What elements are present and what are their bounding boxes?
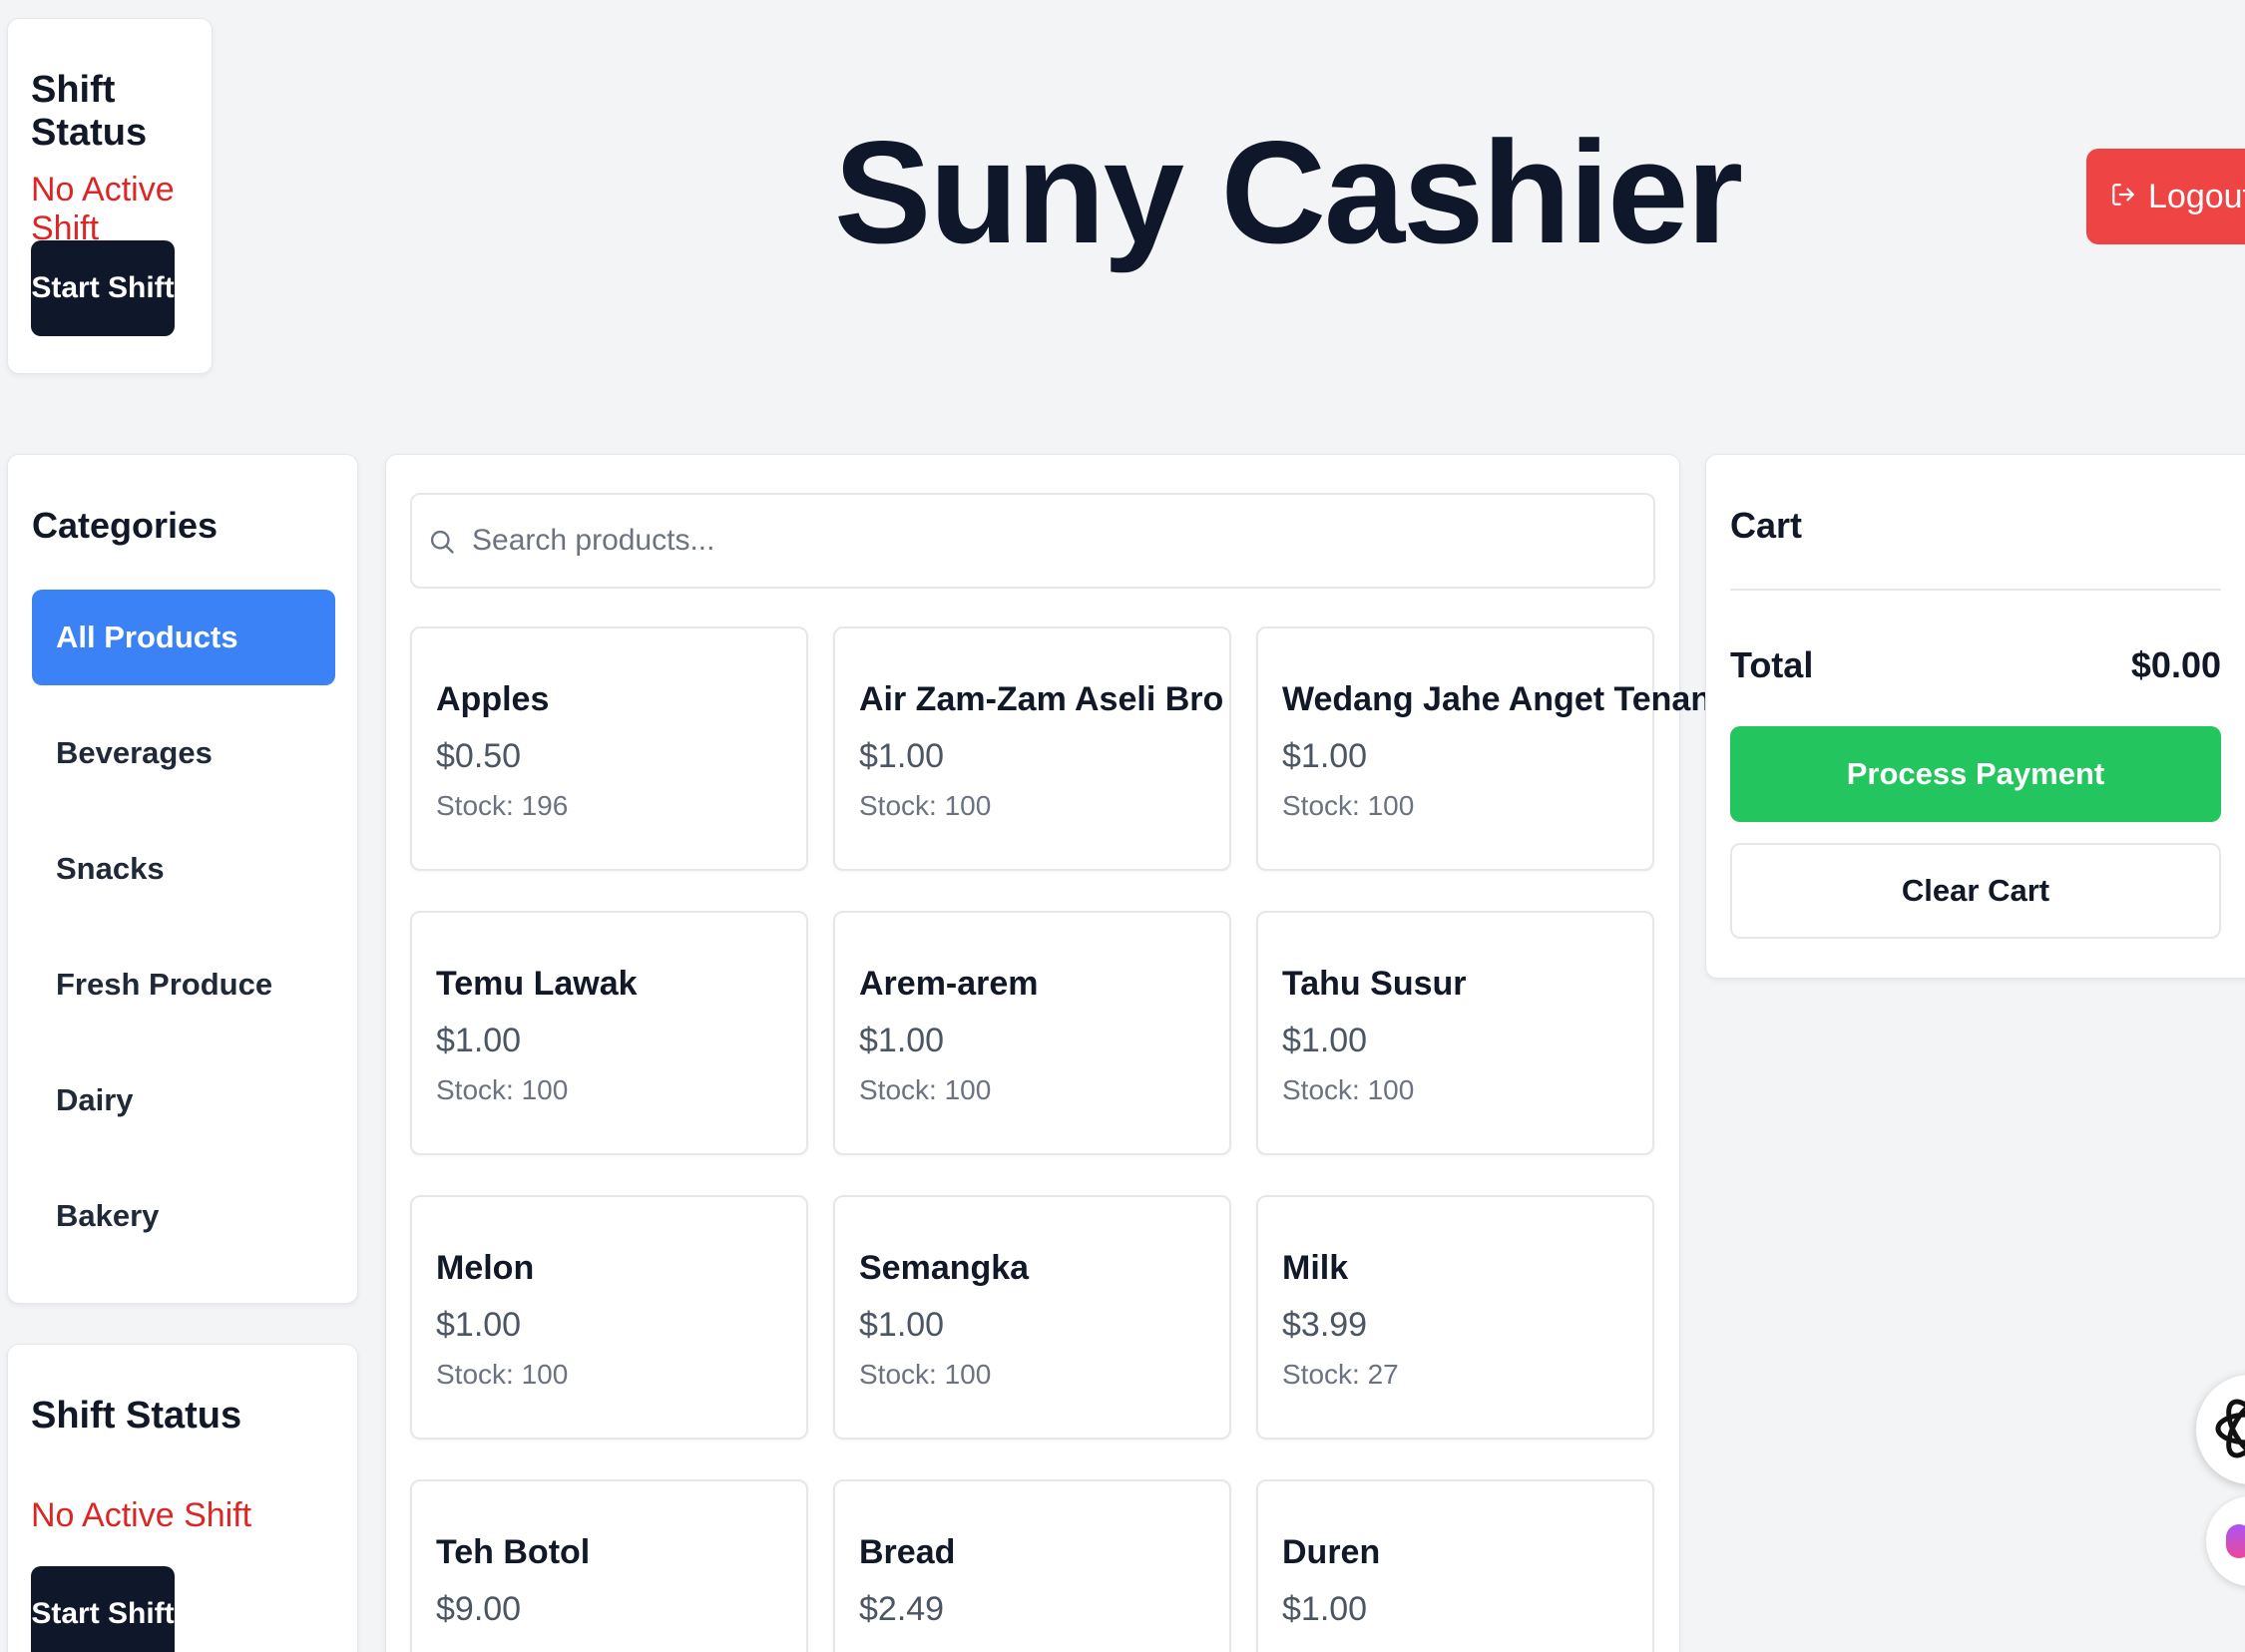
secondary-floating-button[interactable]	[2206, 1496, 2245, 1586]
category-snacks[interactable]: Snacks	[32, 821, 335, 917]
product-name: Melon	[436, 1249, 535, 1287]
logout-button[interactable]: Logout	[2086, 149, 2245, 244]
products-panel: Apples $0.50 Stock: 196 Air Zam-Zam Asel…	[385, 454, 1780, 1652]
product-card[interactable]: Teh Botol $9.00	[410, 1479, 808, 1652]
shift-status-card-top: Shift Status No Active Shift Start Shift	[7, 18, 213, 374]
app-title: Suny Cashier	[834, 111, 1743, 273]
product-card[interactable]: Wedang Jahe Anget Tenan Bro $1.00 Stock:…	[1256, 626, 1780, 871]
product-price: $1.00	[436, 1022, 522, 1059]
product-price: $1.00	[859, 1306, 945, 1344]
product-name: Milk	[1282, 1249, 1349, 1287]
process-payment-button[interactable]: Process Payment	[1730, 726, 2221, 822]
product-name: Semangka	[859, 1249, 1030, 1287]
product-card[interactable]: Apples $0.50 Stock: 196	[410, 626, 808, 871]
logout-label: Logout	[2148, 177, 2245, 215]
search-bar	[410, 493, 1655, 589]
cart-total-label: Total	[1730, 644, 1814, 685]
cart-title: Cart	[1730, 505, 1803, 546]
product-card[interactable]: Air Zam-Zam Aseli Bro $1.00 Stock: 100	[833, 626, 1231, 871]
product-name: Duren	[1282, 1533, 1381, 1571]
product-stock: Stock: 27	[1282, 1359, 1399, 1390]
product-name: Temu Lawak	[436, 965, 638, 1003]
cart-panel: Cart Total $0.00 Process Payment Clear C…	[1705, 454, 2245, 979]
category-fresh-produce[interactable]: Fresh Produce	[32, 937, 335, 1032]
product-stock: Stock: 100	[859, 790, 992, 821]
product-grid: Apples $0.50 Stock: 196 Air Zam-Zam Asel…	[410, 626, 1780, 1652]
logout-icon	[2110, 178, 2136, 216]
product-stock: Stock: 100	[436, 1359, 569, 1390]
product-stock: Stock: 100	[436, 1074, 569, 1105]
product-stock: Stock: 100	[1282, 1074, 1415, 1105]
product-price: $1.00	[1282, 737, 1368, 775]
product-card[interactable]: Milk $3.99 Stock: 27	[1256, 1195, 1654, 1440]
product-stock: Stock: 100	[859, 1359, 992, 1390]
product-price: $2.49	[859, 1590, 945, 1628]
product-price: $1.00	[859, 737, 945, 775]
assistant-floating-button[interactable]	[2196, 1375, 2245, 1484]
shift-status-title: Shift Status	[31, 1395, 242, 1437]
category-beverages[interactable]: Beverages	[32, 705, 335, 801]
categories-panel: Categories All Products Beverages Snacks…	[7, 454, 358, 1304]
product-price: $1.00	[1282, 1590, 1368, 1628]
product-name: Bread	[859, 1533, 956, 1571]
product-name: Wedang Jahe Anget Tenan Bro	[1282, 680, 1780, 718]
category-bakery[interactable]: Bakery	[32, 1168, 335, 1264]
product-card[interactable]: Melon $1.00 Stock: 100	[410, 1195, 808, 1440]
product-price: $1.00	[859, 1022, 945, 1059]
category-all-products[interactable]: All Products	[32, 590, 335, 685]
shift-status-text: No Active Shift	[31, 171, 175, 247]
cart-total-value: $0.00	[2130, 644, 2221, 685]
product-price: $0.50	[436, 737, 522, 775]
widget-icon	[2226, 1524, 2245, 1558]
search-input[interactable]	[412, 495, 1653, 587]
product-price: $1.00	[1282, 1022, 1368, 1059]
product-price: $9.00	[436, 1590, 522, 1628]
product-card[interactable]: Semangka $1.00 Stock: 100	[833, 1195, 1231, 1440]
shift-status-title: Shift Status	[31, 69, 148, 154]
shift-status-text: No Active Shift	[31, 1496, 252, 1534]
product-stock: Stock: 100	[859, 1074, 992, 1105]
category-dairy[interactable]: Dairy	[32, 1052, 335, 1148]
clear-cart-button[interactable]: Clear Cart	[1730, 843, 2221, 939]
product-card[interactable]: Bread $2.49	[833, 1479, 1231, 1652]
product-name: Air Zam-Zam Aseli Bro	[859, 680, 1224, 718]
product-card[interactable]: Duren $1.00	[1256, 1479, 1654, 1652]
cart-divider	[1730, 589, 2221, 591]
product-price: $1.00	[436, 1306, 522, 1344]
start-shift-button[interactable]: Start Shift	[31, 240, 175, 336]
categories-title: Categories	[32, 505, 219, 546]
product-card[interactable]: Tahu Susur $1.00 Stock: 100	[1256, 911, 1654, 1155]
product-stock: Stock: 196	[436, 790, 569, 821]
start-shift-button[interactable]: Start Shift	[31, 1566, 175, 1652]
product-name: Teh Botol	[436, 1533, 591, 1571]
product-price: $3.99	[1282, 1306, 1368, 1344]
product-name: Apples	[436, 680, 550, 718]
shift-status-card-bottom: Shift Status No Active Shift Start Shift	[7, 1344, 358, 1652]
product-card[interactable]: Temu Lawak $1.00 Stock: 100	[410, 911, 808, 1155]
product-name: Arem-arem	[859, 965, 1039, 1003]
product-stock: Stock: 100	[1282, 790, 1415, 821]
product-name: Tahu Susur	[1282, 965, 1467, 1003]
product-card[interactable]: Arem-arem $1.00 Stock: 100	[833, 911, 1231, 1155]
